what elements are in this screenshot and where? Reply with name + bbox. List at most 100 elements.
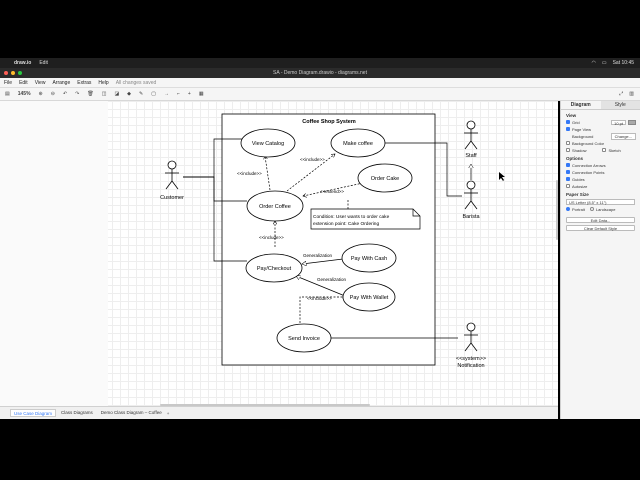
format-panel-icon[interactable]: ▥	[629, 91, 634, 97]
label-include-3: <<include>>	[259, 235, 284, 240]
format-panel: Diagram Style View Grid 10 pt Page View …	[560, 101, 640, 419]
connection-arrows-row: Connection Arrows	[561, 161, 640, 168]
insert-icon[interactable]: +	[187, 91, 192, 97]
autosize-checkbox[interactable]	[566, 184, 570, 188]
connection-style-icon[interactable]: →	[163, 91, 170, 97]
usecase-pay-checkout[interactable]: Pay/Checkout	[245, 253, 303, 283]
edit-data-button[interactable]: Edit Data...	[566, 217, 635, 223]
label-include-4: <<include>>	[307, 296, 332, 301]
page-tabs: Use Case Diagram Class Diagrams Demo Cla…	[0, 406, 558, 419]
landscape-radio[interactable]	[589, 207, 594, 211]
window-titlebar: SA - Demo Diagram.drawio - diagrams.net	[0, 68, 640, 78]
portrait-radio[interactable]	[566, 207, 570, 211]
menu-file[interactable]: File	[4, 80, 12, 86]
menu-edit[interactable]: Edit	[19, 80, 28, 86]
shadow-checkbox[interactable]	[566, 148, 570, 152]
guides-checkbox[interactable]	[566, 177, 570, 181]
zoom-out-icon[interactable]: ⊖	[50, 91, 56, 97]
line-color-icon[interactable]: ✎	[138, 91, 144, 97]
grid-color-swatch[interactable]	[628, 119, 636, 125]
fullscreen-icon[interactable]: ⤢	[619, 91, 623, 97]
tab-diagram[interactable]: Diagram	[561, 101, 601, 109]
wifi-icon[interactable]: ◠	[591, 60, 595, 66]
waypoints-icon[interactable]: ⌐	[176, 91, 181, 97]
zoom-in-icon[interactable]: ⊕	[38, 91, 44, 97]
condition-note[interactable]: Condition: User wants to order cake exte…	[310, 208, 421, 230]
menubar-edit[interactable]: Edit	[39, 60, 48, 66]
actor-staff[interactable]: Staff	[464, 120, 478, 159]
landscape-label: Landscape	[595, 206, 616, 212]
page-tab-demo-class[interactable]: Demo Class Diagram – Coffee	[98, 409, 165, 417]
tab-style[interactable]: Style	[600, 101, 640, 109]
delete-icon[interactable]: 🗑	[86, 91, 94, 97]
menu-view[interactable]: View	[35, 80, 46, 86]
shadow-icon[interactable]: ▢	[150, 91, 157, 97]
actor-customer[interactable]: Customer	[160, 160, 184, 201]
connection-points-checkbox[interactable]	[566, 170, 570, 174]
table-icon[interactable]: ▦	[198, 91, 205, 97]
diagram-canvas[interactable]: Coffee Shop System <<include>> <<include…	[0, 101, 558, 406]
sketch-checkbox[interactable]	[602, 148, 607, 152]
label-include-1: <<include>>	[237, 171, 262, 176]
background-color-row: Background Color	[561, 139, 640, 146]
usecase-view-catalog[interactable]: View Catalog	[240, 128, 296, 158]
menubar-time[interactable]: Sat 10:45	[613, 60, 634, 66]
mac-menubar: draw.io Edit ◠ ▭ Sat 10:45	[0, 58, 640, 68]
screen: draw.io Edit ◠ ▭ Sat 10:45 SA - Demo Dia…	[0, 0, 640, 480]
usecase-send-invoice-label: Send Invoice	[288, 336, 320, 342]
close-window-button[interactable]	[4, 71, 8, 75]
page-tab-use-case[interactable]: Use Case Diagram	[10, 409, 57, 417]
menu-arrange[interactable]: Arrange	[52, 80, 70, 86]
menu-help[interactable]: Help	[98, 80, 108, 86]
menubar-app-name[interactable]: draw.io	[14, 60, 31, 66]
orientation-row: Portrait Landscape	[561, 205, 640, 212]
fill-color-icon[interactable]: ◆	[126, 91, 132, 97]
menu-extras[interactable]: Extras	[77, 80, 91, 86]
background-color-checkbox[interactable]	[566, 141, 570, 145]
usecase-pay-cash[interactable]: Pay With Cash	[341, 243, 397, 273]
autosize-row: Autosize	[561, 182, 640, 189]
page-tab-class-diagrams[interactable]: Class Diagrams	[58, 409, 96, 417]
toolbar-right: ⤢ ▥	[619, 91, 640, 97]
page-view-checkbox[interactable]	[566, 127, 570, 131]
usecase-order-coffee[interactable]: Order Coffee	[246, 190, 304, 222]
actor-notification-stereotype: <<system>>	[456, 356, 486, 362]
system-title: Coffee Shop System	[302, 119, 356, 125]
paper-size-heading: Paper Size	[566, 192, 589, 197]
add-page-icon[interactable]: +	[167, 411, 170, 416]
usecase-send-invoice[interactable]: Send Invoice	[276, 323, 332, 353]
window-controls	[4, 71, 22, 75]
usecase-make-coffee-label: Make coffee	[343, 141, 373, 147]
guides-label: Guides	[572, 176, 585, 182]
zoom-level[interactable]: 145%	[17, 91, 32, 97]
usecase-pay-checkout-label: Pay/Checkout	[257, 266, 292, 272]
vertical-scrollbar[interactable]	[556, 180, 558, 240]
actor-barista-label: Barista	[462, 214, 480, 220]
usecase-make-coffee[interactable]: Make coffee	[330, 128, 386, 158]
minimize-window-button[interactable]	[11, 71, 15, 75]
grid-size-input[interactable]: 10 pt	[611, 119, 626, 126]
zoom-window-button[interactable]	[18, 71, 22, 75]
change-background-button[interactable]: Change...	[610, 132, 636, 140]
portrait-label: Portrait	[572, 206, 585, 212]
usecase-order-cake[interactable]: Order Cake	[357, 163, 413, 193]
to-back-icon[interactable]: ◪	[113, 91, 120, 97]
usecase-pay-wallet[interactable]: Pay With Wallet	[342, 282, 396, 312]
autosize-label: Autosize	[572, 183, 588, 189]
grid-row: Grid 10 pt	[561, 118, 640, 126]
battery-icon[interactable]: ▭	[602, 60, 607, 66]
to-front-icon[interactable]: ◫	[101, 91, 108, 97]
connection-arrows-checkbox[interactable]	[566, 163, 570, 167]
app-menu: File Edit View Arrange Extras Help All c…	[0, 78, 640, 88]
actor-barista[interactable]: Barista	[462, 180, 480, 220]
undo-icon[interactable]: ↶	[62, 91, 68, 97]
pages-panel-icon[interactable]: ▤	[4, 91, 11, 97]
grid-checkbox[interactable]	[566, 120, 570, 124]
actor-notification[interactable]: <<system>> Notification	[456, 322, 486, 369]
note-line-2: extension point: Cake Ordering	[313, 221, 379, 227]
clear-default-style-button[interactable]: Clear Default Style	[566, 225, 635, 231]
use-case-diagram[interactable]: Coffee Shop System <<include>> <<include…	[0, 101, 558, 406]
background-color-label: Background Color	[572, 140, 605, 146]
actor-staff-label: Staff	[465, 153, 477, 159]
redo-icon[interactable]: ↷	[74, 91, 80, 97]
